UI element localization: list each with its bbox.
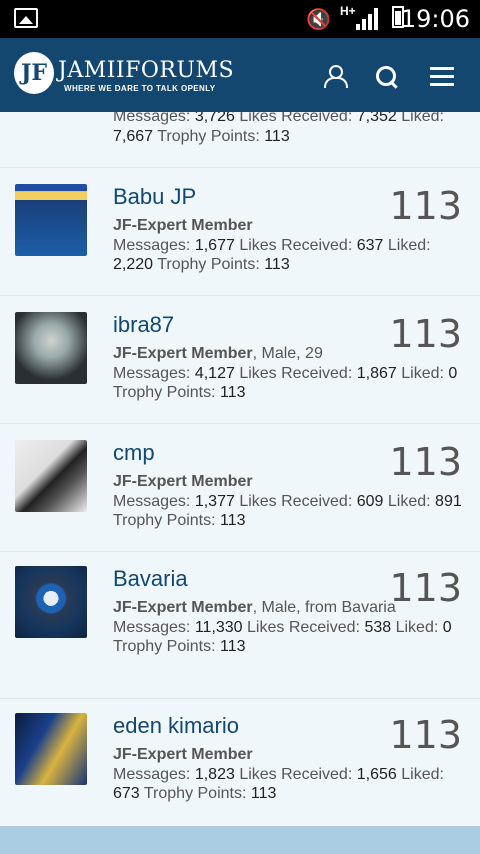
list-item[interactable]: ibra87 113 JF-Expert Member, Male, 29 Me… <box>0 296 480 424</box>
mute-icon: 🔇 <box>306 9 331 31</box>
list-item[interactable]: Babu JP 113 JF-Expert Member Messages: 1… <box>0 168 480 296</box>
member-name[interactable]: ibra87 <box>113 312 174 338</box>
menu-icon[interactable] <box>430 64 456 90</box>
member-list[interactable]: Messages: 3,726 Likes Received: 7,352 Li… <box>0 112 480 826</box>
member-stats: Messages: 3,726 Likes Received: 7,352 Li… <box>113 112 444 145</box>
brand-tagline: WHERE WE DARE TO TALK OPENLY <box>64 84 216 93</box>
avatar[interactable] <box>15 312 87 384</box>
image-notification-icon <box>14 8 38 28</box>
app-header: JF JAMIIFORUMS WHERE WE DARE TO TALK OPE… <box>0 38 480 112</box>
list-item[interactable]: Bavaria 113 JF-Expert Member, Male, from… <box>0 552 480 699</box>
member-name[interactable]: eden kimario <box>113 713 239 739</box>
logo-icon[interactable]: JF <box>14 52 54 94</box>
member-name[interactable]: cmp <box>113 440 155 466</box>
user-icon[interactable] <box>322 64 348 90</box>
avatar[interactable] <box>15 184 87 256</box>
member-stats: JF-Expert Member Messages: 1,377 Likes R… <box>113 473 462 529</box>
member-stats: JF-Expert Member, Male, from Bavaria Mes… <box>113 599 452 655</box>
member-name[interactable]: Babu JP <box>113 184 196 210</box>
clock: 19:06 <box>400 5 470 33</box>
avatar[interactable] <box>15 566 87 638</box>
member-name[interactable]: Bavaria <box>113 566 188 592</box>
signal-icon <box>356 8 380 30</box>
brand-name[interactable]: JAMIIFORUMS <box>58 58 234 83</box>
network-type: H+ <box>340 4 356 18</box>
list-item[interactable]: eden kimario 113 JF-Expert Member Messag… <box>0 699 480 826</box>
search-icon[interactable] <box>374 64 400 90</box>
list-item[interactable]: Messages: 3,726 Likes Received: 7,352 Li… <box>0 112 480 168</box>
member-stats: JF-Expert Member Messages: 1,823 Likes R… <box>113 746 444 802</box>
avatar[interactable] <box>15 440 87 512</box>
member-stats: JF-Expert Member Messages: 1,677 Likes R… <box>113 217 431 273</box>
member-stats: JF-Expert Member, Male, 29 Messages: 4,1… <box>113 345 458 401</box>
status-bar: 🔇 H+ 19:06 <box>0 0 480 38</box>
footer-bar <box>0 826 480 854</box>
avatar[interactable] <box>15 713 87 785</box>
list-item[interactable]: cmp 113 JF-Expert Member Messages: 1,377… <box>0 424 480 552</box>
